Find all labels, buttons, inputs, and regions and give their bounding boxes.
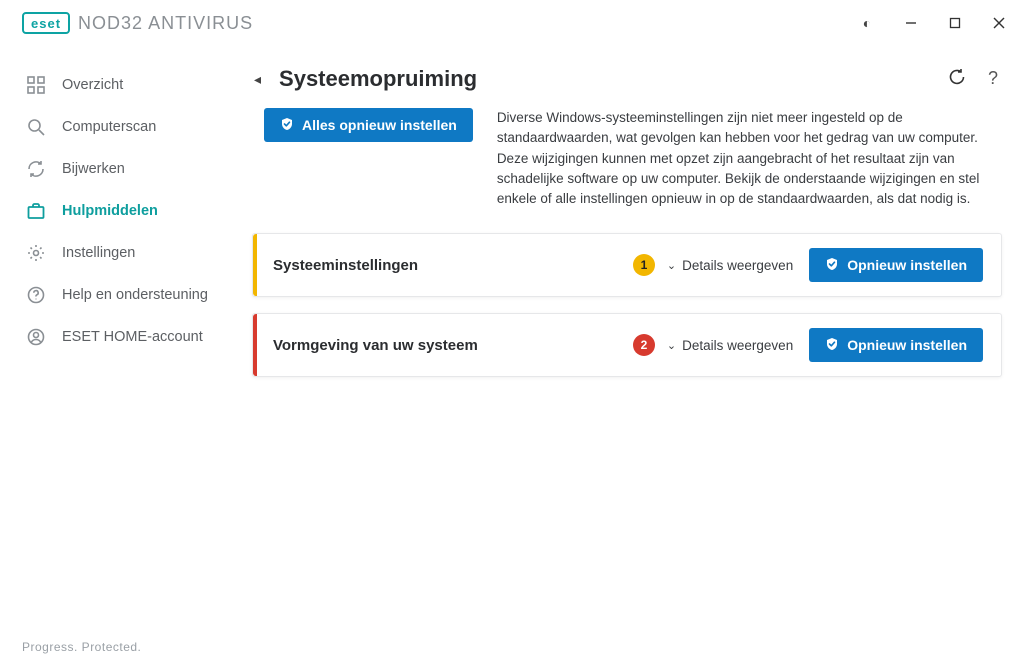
details-toggle[interactable]: ⌄ Details weergeven — [667, 258, 793, 273]
help-question-icon[interactable]: ? — [988, 68, 998, 91]
refresh-icon[interactable] — [948, 68, 966, 91]
window-controls: ◐ — [858, 14, 1008, 32]
shield-icon — [825, 257, 839, 273]
minimize-icon[interactable] — [902, 14, 920, 32]
account-icon — [26, 328, 46, 346]
close-icon[interactable] — [990, 14, 1008, 32]
brand: eset NOD32 ANTIVIRUS — [22, 12, 253, 34]
details-label: Details weergeven — [682, 338, 793, 353]
reset-label: Opnieuw instellen — [847, 337, 967, 353]
sidebar-item-label: Help en ondersteuning — [62, 287, 208, 303]
card-title: Systeeminstellingen — [267, 257, 633, 274]
titlebar: eset NOD32 ANTIVIRUS ◐ — [0, 0, 1024, 40]
intro-row: Alles opnieuw instellen Diverse Windows-… — [264, 108, 1002, 209]
sidebar-item-scan[interactable]: Computerscan — [0, 106, 240, 148]
intro-text: Diverse Windows-systeeminstellingen zijn… — [497, 108, 1002, 209]
sidebar-item-settings[interactable]: Instellingen — [0, 232, 240, 274]
sidebar: Overzicht Computerscan Bijwerken Hulpmid… — [0, 56, 240, 670]
sidebar-item-overview[interactable]: Overzicht — [0, 64, 240, 106]
maximize-icon[interactable] — [946, 14, 964, 32]
sidebar-item-label: ESET HOME-account — [62, 329, 203, 345]
help-icon — [26, 286, 46, 304]
sidebar-item-tools[interactable]: Hulpmiddelen — [0, 190, 240, 232]
gear-icon — [26, 244, 46, 262]
details-label: Details weergeven — [682, 258, 793, 273]
search-icon — [26, 118, 46, 136]
card-system-settings: Systeeminstellingen 1 ⌄ Details weergeve… — [252, 233, 1002, 297]
shield-icon — [280, 117, 294, 133]
count-badge: 1 — [633, 254, 655, 276]
sidebar-item-label: Hulpmiddelen — [62, 203, 158, 219]
sidebar-item-update[interactable]: Bijwerken — [0, 148, 240, 190]
brand-badge: eset — [22, 12, 70, 34]
reset-label: Opnieuw instellen — [847, 257, 967, 273]
brand-product-bold: NOD32 — [78, 13, 143, 33]
sidebar-item-label: Computerscan — [62, 119, 156, 135]
briefcase-icon — [26, 202, 46, 220]
card-system-appearance: Vormgeving van uw systeem 2 ⌄ Details we… — [252, 313, 1002, 377]
sidebar-item-account[interactable]: ESET HOME-account — [0, 316, 240, 358]
page-header: ◂ Systeemopruiming ? — [250, 66, 1002, 92]
reset-all-button[interactable]: Alles opnieuw instellen — [264, 108, 473, 142]
sidebar-item-label: Instellingen — [62, 245, 135, 261]
dashboard-icon — [26, 76, 46, 94]
header-tools: ? — [948, 68, 1002, 91]
details-toggle[interactable]: ⌄ Details weergeven — [667, 338, 793, 353]
card-title: Vormgeving van uw systeem — [267, 337, 633, 354]
shield-icon — [825, 337, 839, 353]
page-title: Systeemopruiming — [279, 66, 934, 92]
contrast-icon[interactable]: ◐ — [858, 14, 876, 32]
brand-product: NOD32 ANTIVIRUS — [78, 13, 253, 34]
count-badge: 2 — [633, 334, 655, 356]
footer-tagline: Progress. Protected. — [22, 640, 141, 654]
reset-button[interactable]: Opnieuw instellen — [809, 328, 983, 362]
back-icon[interactable]: ◂ — [250, 67, 265, 92]
brand-product-rest: ANTIVIRUS — [143, 13, 253, 33]
update-icon — [26, 160, 46, 178]
sidebar-item-label: Bijwerken — [62, 161, 125, 177]
reset-all-label: Alles opnieuw instellen — [302, 117, 457, 133]
sidebar-item-label: Overzicht — [62, 77, 123, 93]
chevron-down-icon: ⌄ — [667, 259, 676, 272]
sidebar-item-help[interactable]: Help en ondersteuning — [0, 274, 240, 316]
chevron-down-icon: ⌄ — [667, 339, 676, 352]
main-content: ◂ Systeemopruiming ? Alles opnieuw inste… — [240, 56, 1024, 670]
reset-button[interactable]: Opnieuw instellen — [809, 248, 983, 282]
